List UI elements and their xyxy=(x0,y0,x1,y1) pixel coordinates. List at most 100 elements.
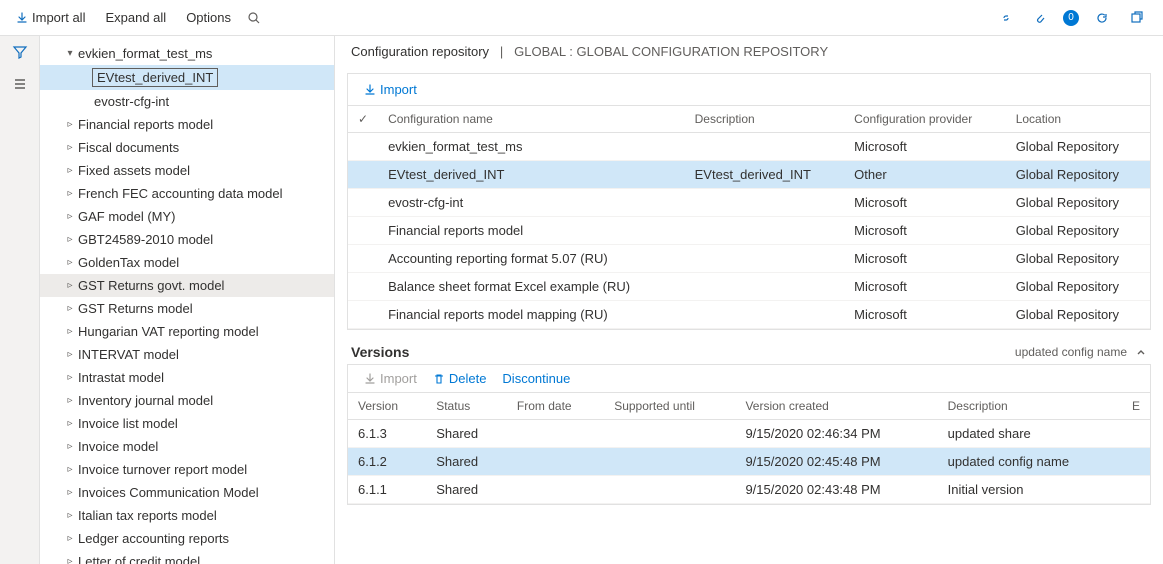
tree-expander-icon[interactable]: ▹ xyxy=(64,556,76,564)
tree-expander-icon[interactable]: ▹ xyxy=(64,464,76,475)
cell-location: Global Repository xyxy=(1006,133,1150,161)
popout-button[interactable] xyxy=(1125,7,1147,29)
table-row[interactable]: Financial reports modelMicrosoftGlobal R… xyxy=(348,217,1150,245)
tree-expander-icon[interactable]: ▹ xyxy=(64,211,76,222)
table-row[interactable]: evkien_format_test_msMicrosoftGlobal Rep… xyxy=(348,133,1150,161)
table-row[interactable]: Financial reports model mapping (RU)Micr… xyxy=(348,301,1150,329)
filter-button[interactable] xyxy=(12,44,28,60)
tree-expander-icon[interactable]: ▹ xyxy=(64,234,76,245)
col-from-date[interactable]: From date xyxy=(507,393,604,420)
table-row[interactable]: 6.1.3Shared9/15/2020 02:46:34 PMupdated … xyxy=(348,420,1150,448)
tree-expander-icon[interactable]: ▹ xyxy=(64,441,76,452)
tree-item[interactable]: EVtest_derived_INT xyxy=(40,65,334,90)
cell-version: 6.1.2 xyxy=(348,448,426,476)
versions-discontinue-button[interactable]: Discontinue xyxy=(496,369,576,388)
tree-item[interactable]: ▹Intrastat model xyxy=(40,366,334,389)
tree-item[interactable]: ▹Letter of credit model xyxy=(40,550,334,564)
tree-item[interactable]: ▹Hungarian VAT reporting model xyxy=(40,320,334,343)
col-version-created[interactable]: Version created xyxy=(735,393,937,420)
import-all-button[interactable]: Import all xyxy=(8,6,93,29)
tree-item[interactable]: ▹Invoice turnover report model xyxy=(40,458,334,481)
tree-expander-icon[interactable]: ▹ xyxy=(64,372,76,383)
tree-item[interactable]: ▹Fiscal documents xyxy=(40,136,334,159)
attachment-button[interactable] xyxy=(1029,7,1051,29)
table-row[interactable]: EVtest_derived_INTEVtest_derived_INTOthe… xyxy=(348,161,1150,189)
col-description[interactable]: Description xyxy=(685,106,845,133)
table-row[interactable]: 6.1.1Shared9/15/2020 02:43:48 PMInitial … xyxy=(348,476,1150,504)
tree-item[interactable]: ▾evkien_format_test_ms xyxy=(40,42,334,65)
tree-expander-icon[interactable]: ▹ xyxy=(64,119,76,130)
tree-expander-icon[interactable]: ▹ xyxy=(64,395,76,406)
tree-item[interactable]: ▹INTERVAT model xyxy=(40,343,334,366)
notification-badge[interactable]: 0 xyxy=(1063,10,1079,26)
options-label: Options xyxy=(186,10,231,25)
tree-item[interactable]: ▹Italian tax reports model xyxy=(40,504,334,527)
options-button[interactable]: Options xyxy=(178,6,239,29)
col-status[interactable]: Status xyxy=(426,393,507,420)
col-name[interactable]: Configuration name xyxy=(378,106,685,133)
tree-expander-icon[interactable]: ▹ xyxy=(64,510,76,521)
tree-expander-icon[interactable]: ▹ xyxy=(64,188,76,199)
tree-expander-icon[interactable]: ▹ xyxy=(64,303,76,314)
versions-discontinue-label: Discontinue xyxy=(502,371,570,386)
versions-grid-header-row: Version Status From date Supported until… xyxy=(348,393,1150,420)
search-button[interactable] xyxy=(243,7,265,29)
tree-expander-icon[interactable]: ▹ xyxy=(64,487,76,498)
col-extra[interactable]: E xyxy=(1122,393,1150,420)
tree-expander-icon[interactable]: ▹ xyxy=(64,142,76,153)
tree-expander-icon[interactable]: ▹ xyxy=(64,349,76,360)
tree-item[interactable]: ▹Ledger accounting reports xyxy=(40,527,334,550)
tree-item[interactable]: ▹French FEC accounting data model xyxy=(40,182,334,205)
tree-expander-icon[interactable]: ▹ xyxy=(64,280,76,291)
tree-item[interactable]: ▹Inventory journal model xyxy=(40,389,334,412)
versions-delete-button[interactable]: Delete xyxy=(427,369,493,388)
tree-item[interactable]: ▹GAF model (MY) xyxy=(40,205,334,228)
versions-header-right: updated config name xyxy=(1015,345,1147,359)
tree-item[interactable]: ▹GST Returns govt. model xyxy=(40,274,334,297)
tree-expander-icon[interactable]: ▹ xyxy=(64,533,76,544)
col-check[interactable]: ✓ xyxy=(348,106,378,133)
download-icon xyxy=(364,373,376,385)
tree-item[interactable]: ▹GST Returns model xyxy=(40,297,334,320)
col-provider[interactable]: Configuration provider xyxy=(844,106,1006,133)
cell-description: EVtest_derived_INT xyxy=(685,161,845,189)
tree-item[interactable]: ▹Invoice list model xyxy=(40,412,334,435)
link-icon xyxy=(999,11,1013,25)
tree-item[interactable]: ▹Fixed assets model xyxy=(40,159,334,182)
tree-item[interactable]: ▹GBT24589-2010 model xyxy=(40,228,334,251)
cell-description xyxy=(685,301,845,329)
col-supported-until[interactable]: Supported until xyxy=(604,393,735,420)
tree-expander-icon[interactable]: ▾ xyxy=(64,48,76,59)
table-row[interactable]: Accounting reporting format 5.07 (RU)Mic… xyxy=(348,245,1150,273)
tree-item[interactable]: evostr-cfg-int xyxy=(40,90,334,113)
col-version[interactable]: Version xyxy=(348,393,426,420)
tree-expander-icon[interactable]: ▹ xyxy=(64,257,76,268)
tree-item[interactable]: ▹Invoice model xyxy=(40,435,334,458)
versions-scroll[interactable]: Version Status From date Supported until… xyxy=(348,393,1150,504)
col-location[interactable]: Location xyxy=(1006,106,1150,133)
link-icon-button[interactable] xyxy=(995,7,1017,29)
versions-import-button[interactable]: Import xyxy=(358,369,423,388)
tree-item-label: Invoice turnover report model xyxy=(76,461,249,478)
import-button[interactable]: Import xyxy=(358,80,423,99)
table-row[interactable]: evostr-cfg-intMicrosoftGlobal Repository xyxy=(348,189,1150,217)
expand-all-button[interactable]: Expand all xyxy=(97,6,174,29)
tree-item-label: Invoice list model xyxy=(76,415,180,432)
table-row[interactable]: 6.1.2Shared9/15/2020 02:45:48 PMupdated … xyxy=(348,448,1150,476)
tree-item[interactable]: ▹Financial reports model xyxy=(40,113,334,136)
tree-expander-icon[interactable]: ▹ xyxy=(64,418,76,429)
collapse-button[interactable] xyxy=(1135,346,1147,358)
versions-delete-label: Delete xyxy=(449,371,487,386)
tree-expander-icon[interactable]: ▹ xyxy=(64,326,76,337)
tree-item-label: Hungarian VAT reporting model xyxy=(76,323,261,340)
cell-description xyxy=(685,273,845,301)
tree-item[interactable]: ▹Invoices Communication Model xyxy=(40,481,334,504)
cell-description xyxy=(685,133,845,161)
refresh-button[interactable] xyxy=(1091,7,1113,29)
col-version-description[interactable]: Description xyxy=(938,393,1122,420)
tree-item[interactable]: ▹GoldenTax model xyxy=(40,251,334,274)
tree-expander-icon[interactable]: ▹ xyxy=(64,165,76,176)
versions-title: Versions xyxy=(351,344,409,360)
table-row[interactable]: Balance sheet format Excel example (RU)M… xyxy=(348,273,1150,301)
list-button[interactable] xyxy=(12,76,28,92)
